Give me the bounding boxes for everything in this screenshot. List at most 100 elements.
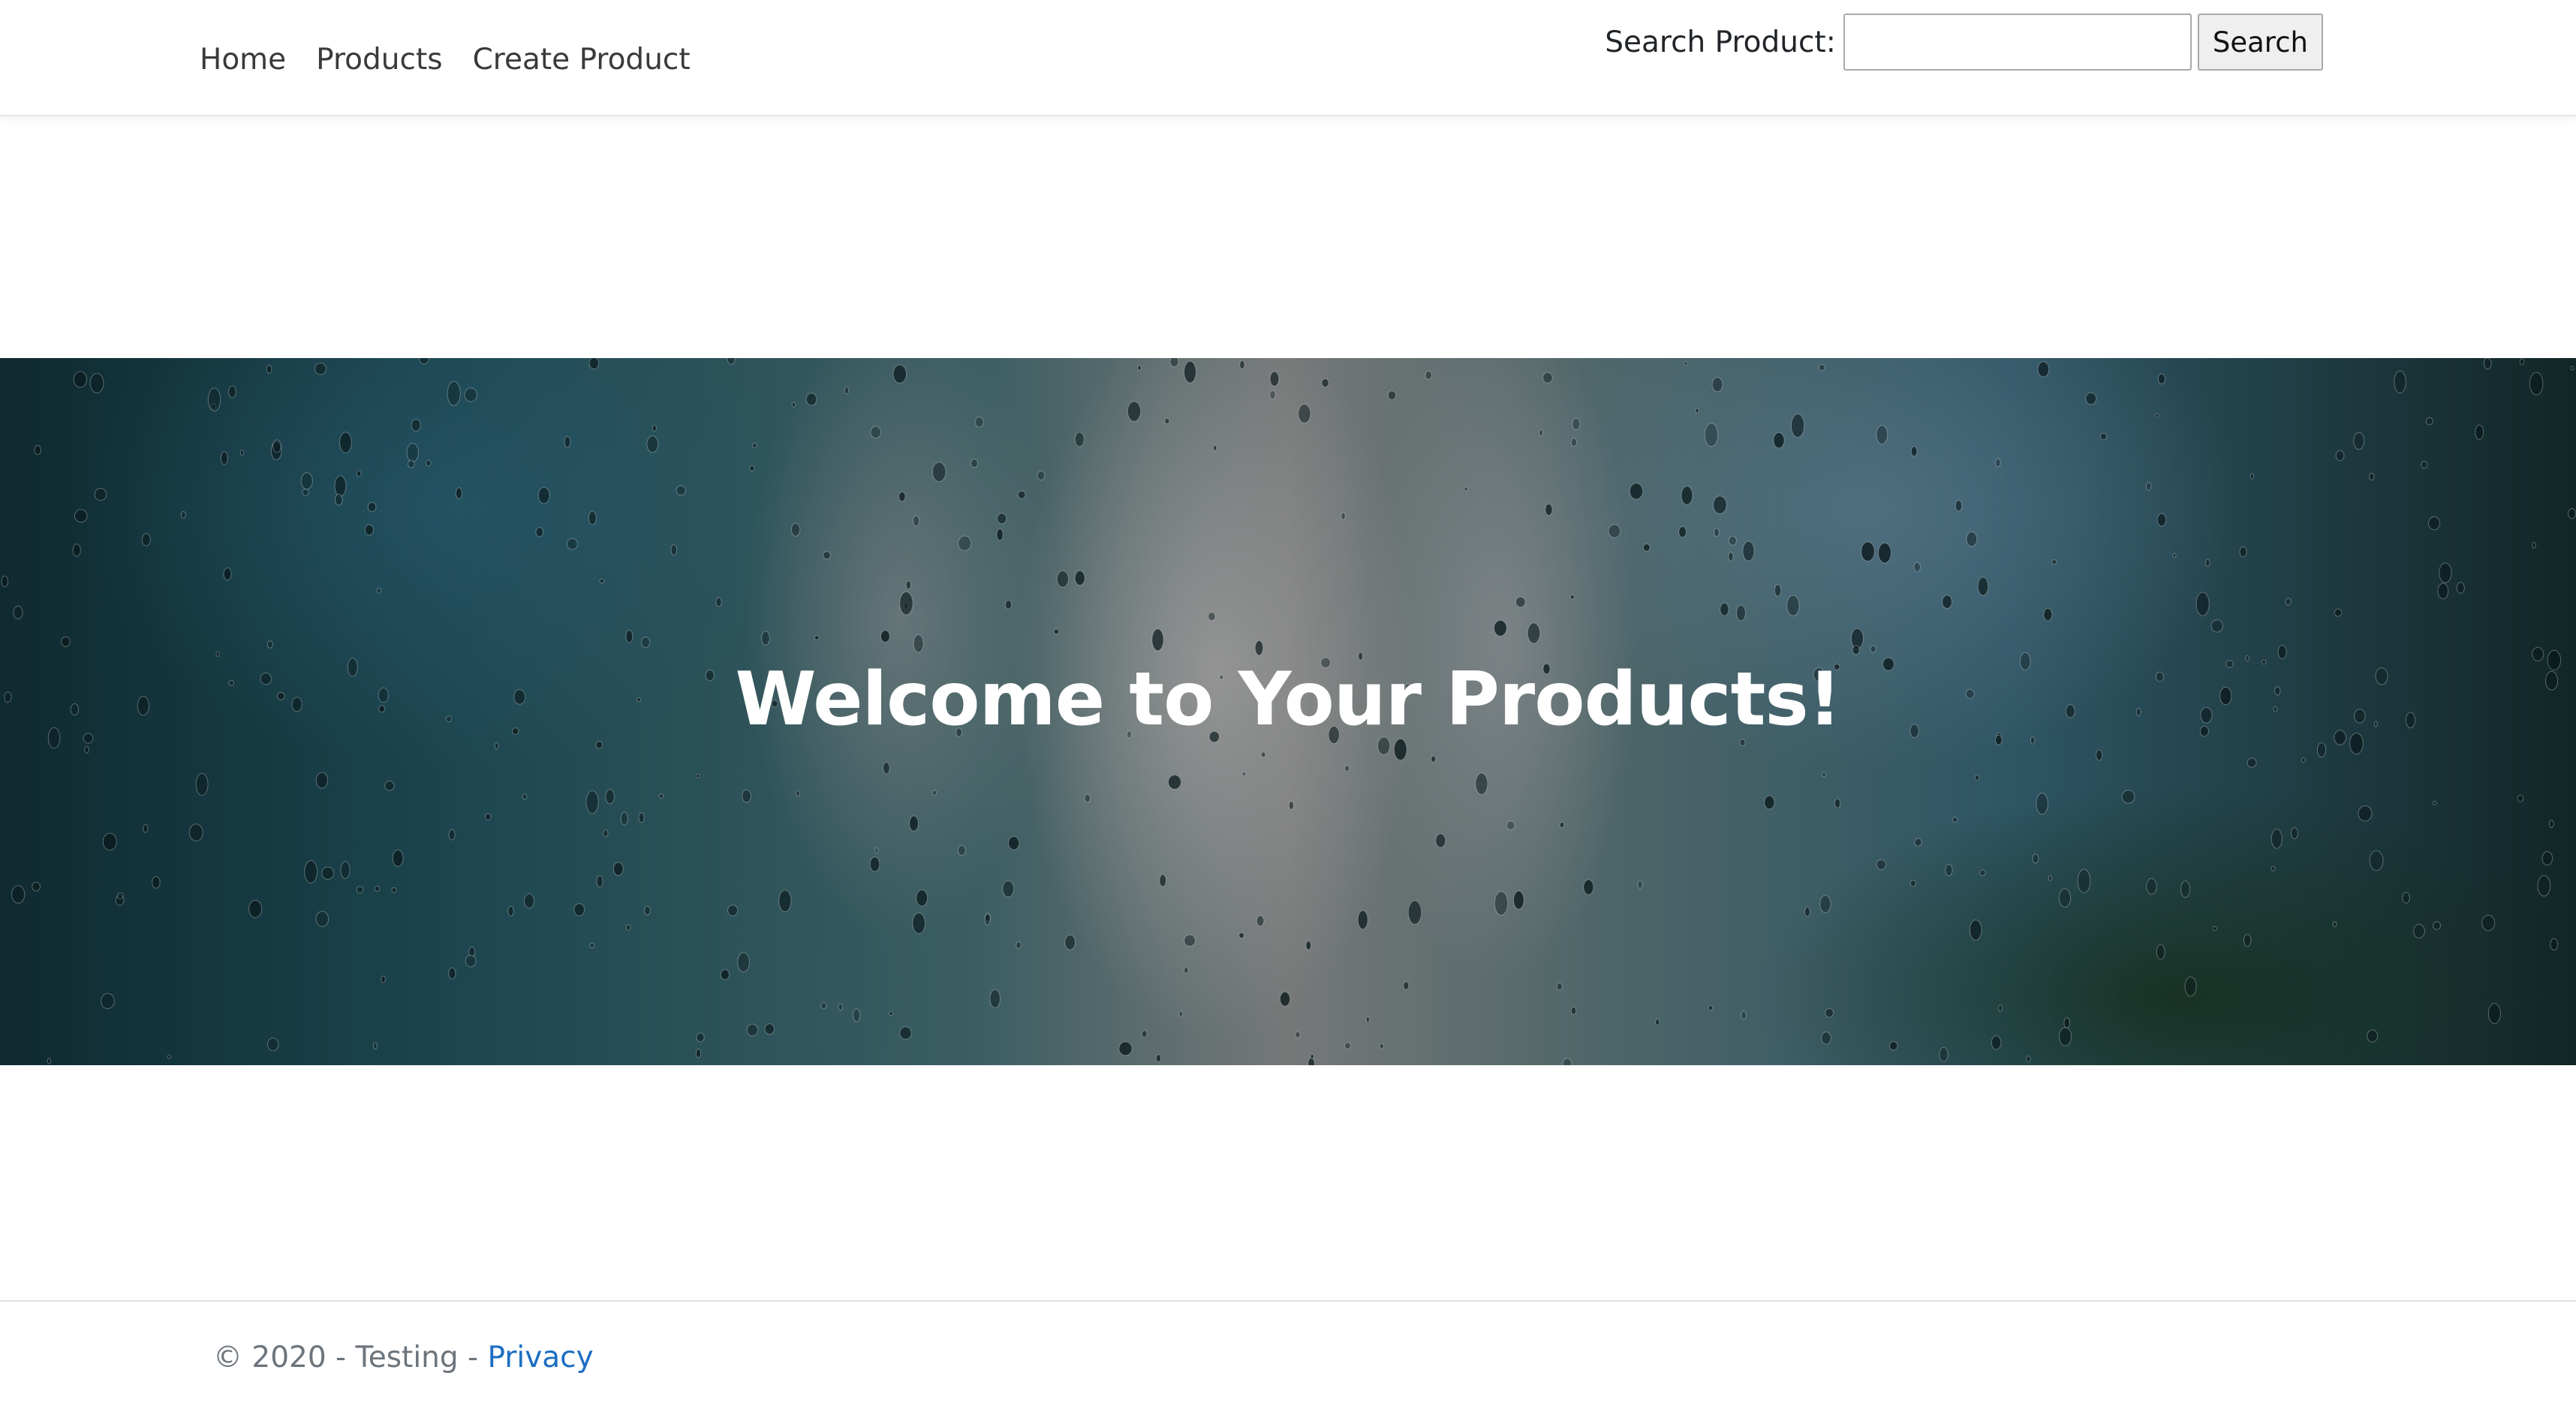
rain-drop [1208,612,1216,622]
nav-link-products[interactable]: Products [316,38,442,83]
rain-drop [974,416,984,428]
rain-drop [566,537,578,550]
nav-link-create-product[interactable]: Create Product [473,38,691,83]
rain-drop [535,527,544,537]
rain-drop [1164,417,1170,425]
rain-drop [2048,875,2053,881]
rain-drop [1,575,8,588]
rain-drop [589,942,595,949]
rain-drop [13,605,23,619]
rain-drop [1728,535,1738,546]
rain-drop [2096,749,2103,761]
rain-drop [2155,413,2159,418]
rain-drop [720,969,730,980]
rain-drop [152,876,161,889]
rain-drop [913,515,920,527]
rain-drop [300,472,313,490]
rain-drop [2550,938,2559,951]
rain-drop [2026,1055,2031,1063]
rain-drop [2394,370,2406,393]
rain-drop [1539,429,1543,437]
rain-drop [869,857,880,872]
rain-drop [74,509,88,523]
rain-drop [364,524,374,536]
rain-drop [1556,983,1563,991]
rain-drop [1184,967,1189,974]
rain-drop [1952,817,1958,823]
rain-drop [2043,607,2053,622]
rain-drop [448,829,456,841]
rain-drop [1037,470,1046,481]
rain-drop [2290,827,2298,839]
rain-drop [1870,645,1876,653]
rain-drop [931,462,946,483]
rain-drop [790,522,801,537]
rain-drop [321,866,335,880]
rain-drop [2529,372,2544,396]
rain-drop [456,487,462,499]
nav-link-home[interactable]: Home [200,38,286,83]
rain-drop [2051,559,2057,565]
rain-drop [2184,976,2197,997]
rain-drop [913,634,924,653]
privacy-link[interactable]: Privacy [488,1341,594,1374]
search-input[interactable] [1843,14,2192,71]
rain-drop [2369,850,2384,872]
rain-drop [1852,645,1860,655]
rain-drop [189,823,203,841]
rain-drop [625,924,631,931]
rain-drop [1819,364,1825,372]
rain-drop [2481,914,2496,932]
rain-drop [1279,991,1291,1007]
rain-drop [1169,358,1179,368]
rain-drop [356,886,364,894]
rain-drop [1790,414,1805,438]
rain-drop [1995,458,2001,468]
rain-drop [695,1048,702,1058]
rain-drop [658,793,664,799]
rain-drop [376,587,382,595]
rain-drop [2519,358,2525,366]
rain-drop [465,954,477,968]
rain-drop [1773,432,1785,449]
rain-drop [984,914,992,926]
rain-drop [1118,1041,1133,1056]
rain-drop [116,892,124,899]
rain-drop [957,845,966,856]
rain-drop [1708,1005,1714,1011]
rain-drop [1321,378,1329,388]
rain-drop [814,635,820,640]
rain-drop [2285,598,2292,606]
rain-drop [2172,552,2177,558]
rain-drop [2210,619,2224,633]
rain-drop [1513,890,1524,910]
rain-drop [932,790,937,796]
rain-drop [2121,790,2135,804]
rain-drop [1720,602,1729,616]
rain-drop [1629,483,1644,500]
rain-drop [1562,1058,1572,1065]
rain-drop [1998,1004,2003,1013]
rain-drop [2146,878,2157,895]
rain-drop [853,1008,861,1022]
rain-drop [339,432,352,453]
rain-drop [1542,372,1553,384]
rain-drop [644,905,651,916]
rain-drop [34,444,42,456]
rain-drop [1308,1058,1315,1065]
rain-drop [180,510,186,519]
rain-drop [2367,1029,2379,1043]
rain-drop [334,475,347,497]
rain-drop [2316,742,2327,757]
rain-drop [2433,921,2442,930]
rain-drop [761,631,770,646]
rain-drop [1008,835,1020,851]
search-button[interactable]: Search [2197,14,2323,71]
rain-drop [958,535,972,552]
rain-drop [1002,880,1015,898]
rain-drop [89,372,104,393]
rain-drop [248,899,263,918]
rain-drop [239,450,245,456]
rain-drop [2432,800,2437,805]
rain-drop [143,823,149,833]
